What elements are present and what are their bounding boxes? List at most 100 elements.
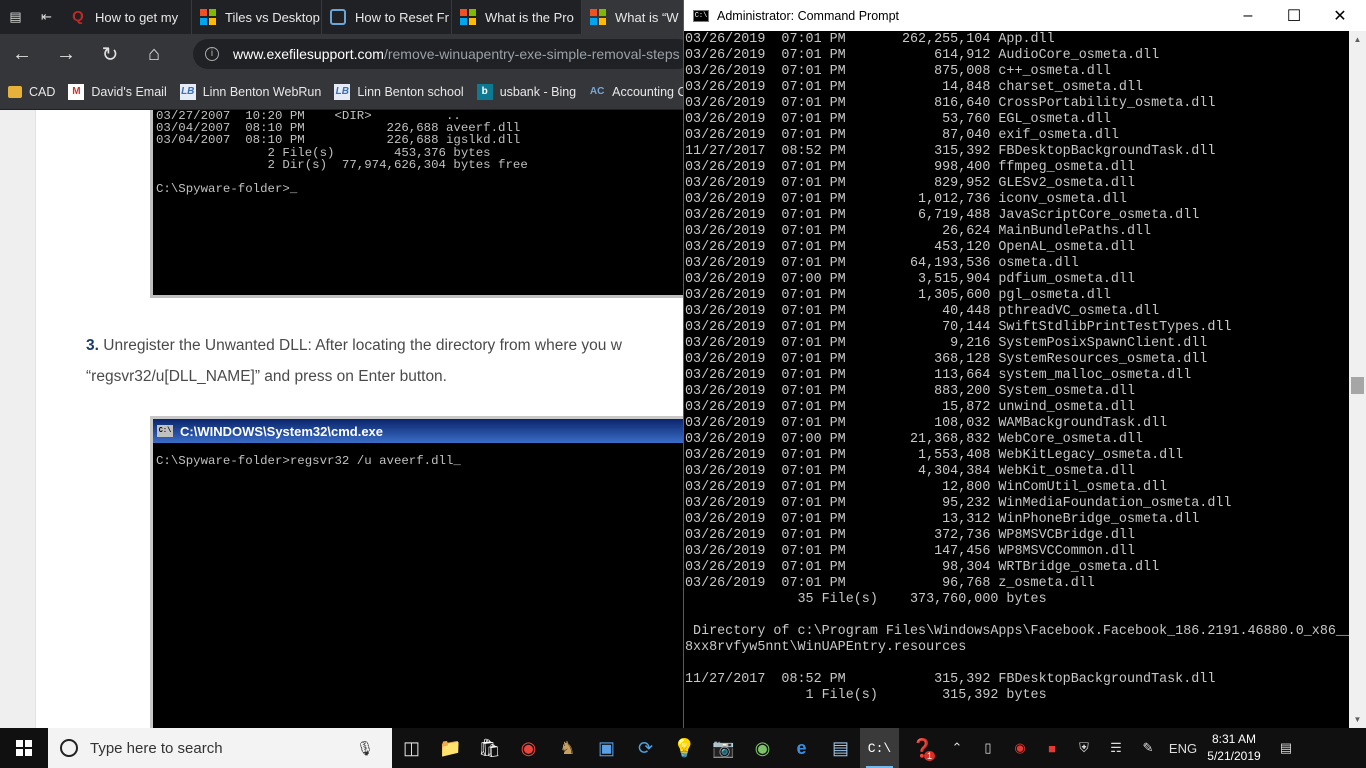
minimize-button[interactable]: – xyxy=(1225,0,1271,31)
step-line-2: “regsvr32/u[DLL_NAME]” and press on Ente… xyxy=(86,368,447,385)
console-line: 11/27/2017 08:52 PM 315,392 FBDesktopBac… xyxy=(685,144,1216,159)
pen-icon[interactable]: ✎ xyxy=(1132,728,1164,768)
bookmark-label: usbank - Bing xyxy=(499,84,577,99)
console-line: 03/26/2019 07:00 PM 21,368,832 WebCore_o… xyxy=(685,432,1144,447)
console-line: 03/04/2007 08:10 PM 226,688 igslkd.dll xyxy=(156,133,521,148)
tab-label: Tiles vs Desktop xyxy=(225,9,320,25)
tab-tiles-vs-desktop[interactable]: Tiles vs Desktop xyxy=(192,0,322,34)
taskbar-app-file-explorer[interactable]: 📁 xyxy=(431,728,470,768)
console-output[interactable]: 03/26/2019 07:01 PM 262,255,104 App.dll 0… xyxy=(685,31,1349,728)
taskbar-app-game[interactable]: ♞ xyxy=(548,728,587,768)
console-line: 03/26/2019 07:01 PM 98,304 WRTBridge_osm… xyxy=(685,560,1160,575)
wifi-icon[interactable]: ☴ xyxy=(1100,728,1132,768)
tab-what-is-the-pro[interactable]: What is the Pro xyxy=(452,0,582,34)
home-icon: ⌂ xyxy=(147,42,161,65)
console-line: 03/26/2019 07:01 PM 70,144 SwiftStdlibPr… xyxy=(685,320,1232,335)
back-button[interactable]: ← xyxy=(0,34,44,74)
microphone-icon[interactable]: 🎙 xyxy=(356,740,374,757)
window-titlebar[interactable]: C:\ Administrator: Command Prompt – ☐ ✕ xyxy=(684,0,1366,31)
console-line: 03/26/2019 07:01 PM 816,640 CrossPortabi… xyxy=(685,96,1216,111)
lb-icon: LB xyxy=(334,83,351,100)
console-line: 2 Dir(s) 77,974,626,304 bytes free xyxy=(156,157,528,172)
close-button[interactable]: ✕ xyxy=(1317,0,1363,31)
forward-button[interactable]: → xyxy=(44,34,88,74)
tab-how-to-reset[interactable]: How to Reset Fr xyxy=(322,0,452,34)
console-line: 03/26/2019 07:01 PM 53,760 EGL_osmeta.dl… xyxy=(685,112,1111,127)
scroll-up-icon[interactable]: ▲ xyxy=(1349,31,1366,48)
console-line: 2 File(s) 453,376 bytes xyxy=(156,145,491,160)
console-line: 03/26/2019 07:01 PM 113,664 system_mallo… xyxy=(685,368,1192,383)
refresh-button[interactable]: ↻ xyxy=(88,34,132,74)
taskbar-app-photos[interactable]: ▣ xyxy=(587,728,626,768)
bookmark-linn-benton-webrun[interactable]: LB Linn Benton WebRun xyxy=(179,83,322,100)
taskbar-app-camera[interactable]: 📷 xyxy=(704,728,743,768)
console-line: 03/26/2019 07:01 PM 26,624 MainBundlePat… xyxy=(685,224,1152,239)
clock-date: 5/21/2019 xyxy=(1207,749,1261,763)
microsoft-icon xyxy=(460,9,476,25)
taskbar-app-edge[interactable]: e xyxy=(782,728,821,768)
show-hidden-icons-button[interactable]: ⌃ xyxy=(942,728,972,768)
console-line: 03/26/2019 07:01 PM 998,400 ffmpeg_osmet… xyxy=(685,160,1135,175)
url-path: /remove-winuapentry-exe-simple-removal-s… xyxy=(383,46,680,62)
bookmark-label: Linn Benton WebRun xyxy=(202,84,322,99)
taskbar-app-chrome-profile[interactable]: ◉ xyxy=(743,728,782,768)
console-titlebar: C:\ C:\WINDOWS\System32\cmd.exe xyxy=(153,419,687,443)
system-clock[interactable]: 8:31 AM 5/21/2019 xyxy=(1202,728,1266,768)
sync-icon: ⟳ xyxy=(637,737,654,758)
vertical-scrollbar[interactable]: ▲ ▼ xyxy=(1349,31,1366,728)
scroll-down-icon[interactable]: ▼ xyxy=(1349,711,1366,728)
taskbar-app-command-prompt[interactable]: C:\ xyxy=(860,728,899,768)
taskbar-app-control-panel[interactable]: ▤ xyxy=(821,728,860,768)
taskbar-app-store[interactable]: 🛍 xyxy=(470,728,509,768)
start-button[interactable] xyxy=(0,728,48,768)
tab-quora[interactable]: Q How to get my xyxy=(62,0,192,34)
info-icon[interactable]: i xyxy=(205,47,219,61)
bookmark-linn-benton-school[interactable]: LB Linn Benton school xyxy=(334,83,464,100)
chrome-user-icon: ◉ xyxy=(754,737,771,758)
input-language[interactable]: ENG xyxy=(1164,728,1202,768)
arrow-left-icon: ← xyxy=(12,42,32,65)
tab-actions-icon[interactable]: ▤ xyxy=(0,0,31,34)
tray-elephant-icon[interactable]: ■ xyxy=(1036,728,1068,768)
bookmark-davids-email[interactable]: M David's Email xyxy=(68,83,167,100)
taskbar-app-help[interactable]: ❓ 1 xyxy=(903,728,942,768)
photos-icon: ▣ xyxy=(597,737,615,758)
console-screenshot-directory: 03/27/2007 10:20 PM <DIR> .. 03/04/2007 0… xyxy=(150,110,690,298)
address-bar[interactable]: i www.exefilesupport.com/remove-winuapen… xyxy=(193,39,693,69)
bookmark-usbank-bing[interactable]: b usbank - Bing xyxy=(476,83,577,100)
tray-beats-icon[interactable]: ◉ xyxy=(1004,728,1036,768)
lightbulb-icon: 💡 xyxy=(673,737,696,758)
task-view-button[interactable]: ◫ xyxy=(392,728,431,768)
tray-security-icon[interactable]: ⛨ xyxy=(1068,728,1100,768)
home-button[interactable]: ⌂ xyxy=(132,34,176,74)
console-line: 03/26/2019 07:01 PM 875,008 c++_osmeta.d… xyxy=(685,64,1111,79)
action-center-button[interactable]: ▤ xyxy=(1266,728,1306,768)
console-line: 03/26/2019 07:01 PM 13,312 WinPhoneBridg… xyxy=(685,512,1200,527)
ac-icon: AC xyxy=(589,86,605,97)
command-prompt-window[interactable]: C:\ Administrator: Command Prompt – ☐ ✕ … xyxy=(683,0,1366,728)
set-tabs-aside-icon[interactable]: ⇤ xyxy=(31,0,62,34)
tab-label: What is the Pro xyxy=(485,9,574,25)
bing-icon: b xyxy=(476,83,493,100)
step-3-paragraph: 3. Unregister the Unwanted DLL: After lo… xyxy=(86,330,686,392)
console-line: 03/26/2019 07:00 PM 3,515,904 pdfium_osm… xyxy=(685,272,1135,287)
maximize-icon: ☐ xyxy=(1286,7,1302,25)
microsoft-icon xyxy=(200,9,216,25)
console-line: 03/26/2019 07:01 PM 87,040 exif_osmeta.d… xyxy=(685,128,1119,143)
console-line: 03/26/2019 07:01 PM 4,304,384 WebKit_osm… xyxy=(685,464,1135,479)
scrollbar-thumb[interactable] xyxy=(1351,377,1364,394)
maximize-button[interactable]: ☐ xyxy=(1271,0,1317,31)
edge-icon: e xyxy=(796,737,807,758)
console-line: 03/26/2019 07:01 PM 95,232 WinMediaFound… xyxy=(685,496,1232,511)
taskbar-app-tips[interactable]: 💡 xyxy=(665,728,704,768)
console-line: 03/26/2019 07:01 PM 6,719,488 JavaScript… xyxy=(685,208,1200,223)
gmail-icon: M xyxy=(68,83,85,100)
taskbar: Type here to search 🎙 ◫ 📁 🛍 ◉ ♞ ▣ ⟳ 💡 📷 … xyxy=(0,728,1366,768)
taskbar-search[interactable]: Type here to search 🎙 xyxy=(48,728,392,768)
tray-tablet-icon[interactable]: ▯ xyxy=(972,728,1004,768)
bookmark-cad[interactable]: CAD xyxy=(8,85,55,99)
taskbar-app-sync[interactable]: ⟳ xyxy=(626,728,665,768)
taskbar-app-chrome[interactable]: ◉ xyxy=(509,728,548,768)
